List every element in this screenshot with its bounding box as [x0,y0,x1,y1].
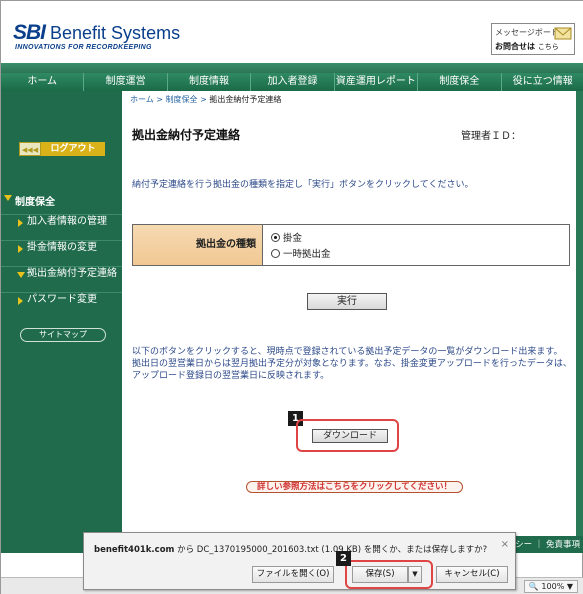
contribution-type-options: 掛金 一時拠出金 [263,225,569,265]
nav-home[interactable]: ホーム [1,73,85,91]
option-regular-contribution[interactable]: 掛金 [271,229,569,245]
nav-stripe [1,63,583,73]
download-button[interactable]: ダウンロード [312,429,388,443]
breadcrumb-current: 拠出金納付予定連絡 [209,95,282,104]
sidebar-item-password-change[interactable]: パスワード変更 [1,292,122,318]
breadcrumb-section[interactable]: 制度保全 [166,95,198,104]
instruction-text: 納付予定連絡を行う拠出金の種類を指定し「実行」ボタンをクリックしてください。 [132,180,474,190]
zoom-control[interactable]: 🔍 100% ▼ [523,580,578,593]
nav-member-registration[interactable]: 加入者登録 [251,73,335,91]
option-lump-sum-contribution[interactable]: 一時拠出金 [271,245,569,261]
right-edge-strip [576,91,583,536]
back-arrows-icon: ◀◀◀ [19,142,41,156]
sidebar-item-label: 掛金情報の変更 [27,242,97,253]
open-file-button[interactable]: ファイルを開く(O) [252,566,334,583]
sidebar-item-contribution-schedule[interactable]: 拠出金納付予定連絡 [1,266,122,292]
item-arrow-icon [18,219,23,227]
note-line: 拠出日の翌営業日からは翌月拠出予定分が対象となります。なお、掛金変更アップロード… [132,359,572,369]
logo-name: Benefit Systems [50,23,181,43]
sidebar-section-plan-maintenance[interactable]: 制度保全 [1,193,122,208]
option-label: 掛金 [283,233,303,244]
sidebar-item-label: 拠出金納付予定連絡 [27,268,117,279]
footer-links[interactable]: リシー ｜ 免責事項 [507,538,580,550]
option-label: 一時拠出金 [283,249,331,260]
save-button[interactable]: 保存(S) [352,566,408,583]
header: SBI Benefit Systems INNOVATIONS FOR RECO… [1,1,583,63]
nav-plan-maintenance[interactable]: 制度保全 [418,73,502,91]
admin-id-label: 管理者ＩＤ： [461,131,521,142]
logout-button[interactable]: ◀◀◀ ログアウト [19,142,105,156]
radio-unselected-icon[interactable] [271,248,280,258]
contribution-type-form: 拠出金の種類 掛金 一時拠出金 [132,224,570,266]
item-arrow-icon [18,297,23,305]
step-2-badge: 2 [336,551,351,566]
nav-useful-info[interactable]: 役に立つ情報 [502,73,583,91]
nav-plan-info[interactable]: 制度情報 [168,73,252,91]
close-icon[interactable]: × [501,539,509,550]
message-board-label: メッセージボード [495,28,559,37]
sidebar: ◀◀◀ ログアウト 制度保全 加入者情報の管理 掛金情報の変更 拠出金納付予定連… [1,91,122,536]
note-line: 以下のボタンをクリックすると、現時点で登録されている拠出予定データの一覧がダウン… [132,347,563,357]
sitemap-button[interactable]: サイトマップ [20,328,106,342]
logo-sbi: SBI [13,21,46,44]
breadcrumb: ホーム > 制度保全 > 拠出金納付予定連絡 [130,94,281,105]
sidebar-item-label: パスワード変更 [27,294,97,305]
item-arrow-icon [18,245,23,253]
section-arrow-icon [4,195,12,201]
nav-asset-report[interactable]: 資産運用レポート [335,73,419,91]
download-message-text: から DC_1370195000_201603.txt (1.09 KB) を開… [174,545,488,555]
cancel-button[interactable]: キャンセル(C) [436,566,508,583]
execute-button[interactable]: 実行 [307,293,387,310]
item-arrow-down-icon [17,272,25,278]
radio-selected-icon[interactable] [271,232,280,242]
sidebar-section-label: 制度保全 [15,197,55,208]
detail-help-link[interactable]: 詳しい参照方法はこちらをクリックしてください！ [246,481,463,493]
download-dialog: benefit401k.com から DC_1370195000_201603.… [83,532,516,590]
inquiry-link[interactable]: お問合せは こちら [495,41,559,52]
main-content: ホーム > 制度保全 > 拠出金納付予定連絡 拠出金納付予定連絡 管理者ＩＤ： … [122,91,576,536]
save-options-dropdown[interactable]: ▼ [408,566,422,583]
breadcrumb-separator: > [153,95,166,104]
note-line: アップロード登録日の翌営業日に反映されます。 [132,371,330,381]
logout-label: ログアウト [41,142,105,156]
page-title: 拠出金納付予定連絡 [132,128,241,142]
download-note: 以下のボタンをクリックすると、現時点で登録されている拠出予定データの一覧がダウン… [132,346,572,382]
breadcrumb-home[interactable]: ホーム [130,95,154,104]
sidebar-item-member-info[interactable]: 加入者情報の管理 [1,214,122,240]
nav-plan-operation[interactable]: 制度運営 [84,73,168,91]
message-board[interactable]: メッセージボード お問合せは こちら [491,23,575,55]
download-highlight: ダウンロード [296,419,399,452]
envelope-icon [554,27,572,40]
download-message: benefit401k.com から DC_1370195000_201603.… [94,543,487,555]
breadcrumb-separator: > [197,95,210,104]
sidebar-item-contribution-change[interactable]: 掛金情報の変更 [1,240,122,266]
tagline: INNOVATIONS FOR RECORDKEEPING [15,44,152,51]
company-logo[interactable]: SBI Benefit Systems [13,21,180,45]
contribution-type-label: 拠出金の種類 [133,225,263,265]
sidebar-item-label: 加入者情報の管理 [27,216,107,227]
main-nav: ホーム 制度運営 制度情報 加入者登録 資産運用レポート 制度保全 役に立つ情報 [1,73,583,91]
download-site: benefit401k.com [94,545,175,555]
